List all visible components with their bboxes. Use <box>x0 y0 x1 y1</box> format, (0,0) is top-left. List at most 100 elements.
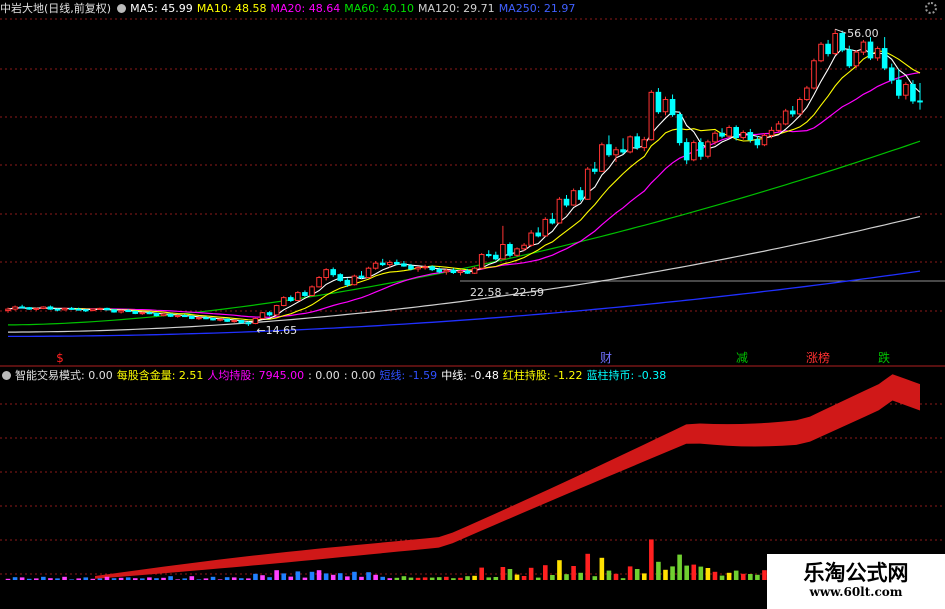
candle-body <box>280 297 287 307</box>
candle-body <box>570 190 577 206</box>
candle-body <box>464 270 471 274</box>
indicator-bar <box>444 576 449 580</box>
indicator-bar <box>514 574 520 580</box>
candle-body <box>733 127 739 139</box>
indicator-bar <box>740 573 746 580</box>
indicator-bar <box>330 574 336 580</box>
ma60-line <box>8 140 921 326</box>
candle-body <box>146 312 153 315</box>
indicator-bar <box>217 579 223 580</box>
candle-body <box>478 254 485 269</box>
indicator-bar <box>712 571 718 580</box>
candle-body <box>888 67 895 81</box>
candle-body <box>860 41 867 53</box>
signal-label: 财 <box>600 351 612 365</box>
candle-body <box>768 129 775 136</box>
candle-body <box>556 198 563 224</box>
candle-body <box>698 142 704 157</box>
candle-body <box>252 317 259 324</box>
candle-body <box>917 100 923 103</box>
indicator-bar <box>111 578 117 580</box>
indicator-bar <box>705 568 711 580</box>
watermark-title: 乐淘公式网 <box>803 561 909 585</box>
indicator-bar <box>528 567 534 580</box>
candle-body <box>351 275 358 286</box>
candle-body <box>266 312 273 316</box>
candle-body <box>5 308 11 312</box>
candle-body <box>825 43 831 55</box>
candle-body <box>436 269 443 273</box>
candle-body <box>804 87 810 101</box>
indicator-bar <box>352 571 357 580</box>
indicator-bar <box>373 574 378 580</box>
candle-body <box>535 232 542 237</box>
ma120-line <box>8 215 921 333</box>
indicator-bar <box>394 577 400 580</box>
indicator-bar <box>422 577 428 580</box>
indicator-bar <box>295 571 301 580</box>
candle-body <box>231 320 238 323</box>
indicator-bar <box>76 578 81 580</box>
candle-body <box>832 32 838 55</box>
candle-body <box>874 48 881 59</box>
signal-label: 减 <box>736 351 748 365</box>
indicator-bar <box>436 577 442 580</box>
indicator-bar <box>41 576 46 580</box>
indicator-bar <box>656 561 661 580</box>
candle-body <box>295 292 301 301</box>
candle-body <box>895 79 902 96</box>
candle-body <box>542 218 549 237</box>
indicator-bar <box>429 577 435 580</box>
candle-body <box>259 312 266 319</box>
indicator-bar <box>90 578 96 580</box>
candle-body <box>196 317 202 320</box>
indicator-bar <box>606 570 612 580</box>
indicator-bar <box>543 565 548 580</box>
indicator-bar <box>698 566 704 580</box>
candle-body <box>641 139 648 149</box>
indicator-bar <box>189 576 195 580</box>
indicator-bar <box>359 576 364 580</box>
indicator-bar <box>366 572 371 580</box>
candle-body <box>210 317 216 321</box>
candle-body <box>337 274 344 281</box>
candle-body <box>386 261 393 266</box>
indicator-bar <box>125 577 131 580</box>
candle-body <box>365 267 372 279</box>
signal-label: 跌 <box>878 350 890 365</box>
indicator-bar <box>627 566 633 580</box>
candle-body <box>726 127 732 137</box>
candle-body <box>394 261 400 265</box>
candle-body <box>33 307 40 310</box>
candle-body <box>839 32 846 51</box>
candle-body <box>627 136 633 153</box>
candle-body <box>287 297 294 301</box>
candle-body <box>401 263 407 267</box>
indicator-bar <box>380 576 385 580</box>
candle-body <box>132 310 139 314</box>
indicator-bar <box>224 577 230 580</box>
indicator-bar <box>726 572 732 580</box>
candle-body <box>500 244 506 260</box>
indicator-bar <box>472 575 477 580</box>
candle-body <box>408 265 414 270</box>
candle-body <box>68 307 75 310</box>
high-price-label: 56.00 <box>847 27 879 40</box>
indicator-bar <box>486 577 492 580</box>
candle-body <box>97 307 103 310</box>
indicator-bar <box>147 577 152 580</box>
indicator-bar <box>5 578 11 580</box>
candle-body <box>450 269 457 274</box>
candle-body <box>740 132 747 139</box>
candle-body <box>789 110 796 115</box>
candle-body <box>181 315 188 318</box>
indicator-bar <box>748 574 753 580</box>
indicator-bar <box>231 577 237 580</box>
candle-body <box>82 309 89 312</box>
candle-body <box>316 277 322 288</box>
indicator-bar <box>719 575 725 580</box>
signal-label: 涨榜 <box>806 350 830 365</box>
high-price-pointer <box>834 28 847 34</box>
indicator-bar <box>670 566 675 580</box>
indicator-bar <box>592 576 598 580</box>
